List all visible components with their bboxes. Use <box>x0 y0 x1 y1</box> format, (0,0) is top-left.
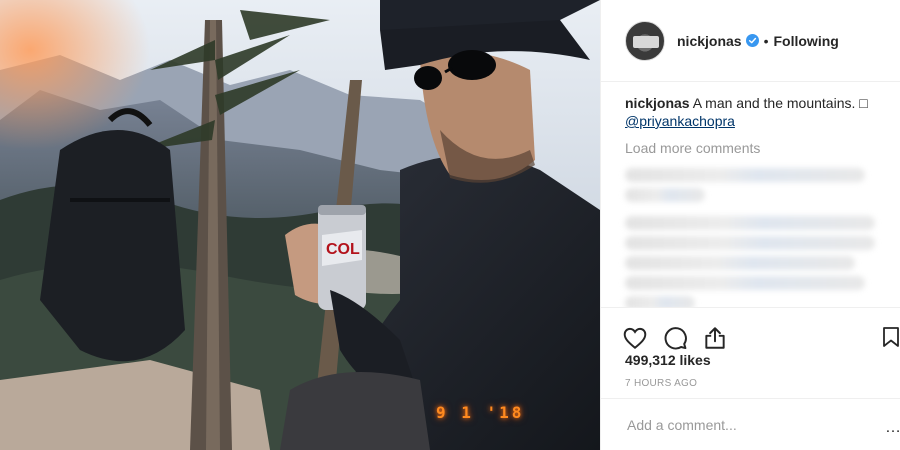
comment-input[interactable] <box>625 415 865 434</box>
caption-emoji: □ <box>859 95 868 111</box>
post-sidebar: nickjonas • Following nickjonas A man an… <box>600 0 900 450</box>
blurred-comment <box>625 216 875 230</box>
share-button[interactable] <box>701 325 729 353</box>
header-separator: • <box>763 32 769 49</box>
photo-date-stamp: 9 1 '18 <box>436 403 525 422</box>
heart-icon <box>623 327 647 349</box>
instagram-post: COL 9 1 '18 nickjonas • Following nickjo… <box>0 0 900 450</box>
post-header: nickjonas • Following <box>601 0 900 82</box>
blurred-comment <box>625 168 865 182</box>
share-icon <box>705 326 725 349</box>
bookmark-icon <box>883 327 899 347</box>
post-photo[interactable]: COL 9 1 '18 <box>0 0 600 450</box>
save-button[interactable] <box>877 324 900 352</box>
svg-text:COL: COL <box>326 241 360 258</box>
comment-button[interactable] <box>661 325 689 353</box>
post-caption: nickjonas A man and the mountains. □ @pr… <box>625 94 876 130</box>
post-actions-bar <box>601 307 900 357</box>
blurred-comment <box>625 296 695 307</box>
blurred-comment <box>625 188 705 202</box>
verified-badge-icon <box>745 34 759 47</box>
comment-bubble-icon <box>664 326 687 349</box>
avatar[interactable] <box>625 20 665 61</box>
add-comment-section: … <box>601 398 900 450</box>
comments-section: nickjonas A man and the mountains. □ @pr… <box>601 82 900 307</box>
like-count[interactable]: 499,312 likes <box>625 352 711 368</box>
load-more-comments-button[interactable]: Load more comments <box>625 140 760 156</box>
caption-mention[interactable]: @priyankachopra <box>625 113 735 129</box>
header-username[interactable]: nickjonas <box>677 33 742 49</box>
mountain-photo-illustration: COL <box>0 0 600 450</box>
post-timestamp[interactable]: 7 HOURS AGO <box>625 378 697 389</box>
blurred-comment <box>625 256 855 270</box>
caption-username[interactable]: nickjonas <box>625 95 690 111</box>
like-button[interactable] <box>621 325 649 353</box>
blurred-comment <box>625 276 865 290</box>
blurred-comment <box>625 236 875 250</box>
caption-text: A man and the mountains. <box>692 95 860 111</box>
more-options-icon[interactable]: … <box>885 419 900 437</box>
following-button[interactable]: Following <box>774 33 839 49</box>
